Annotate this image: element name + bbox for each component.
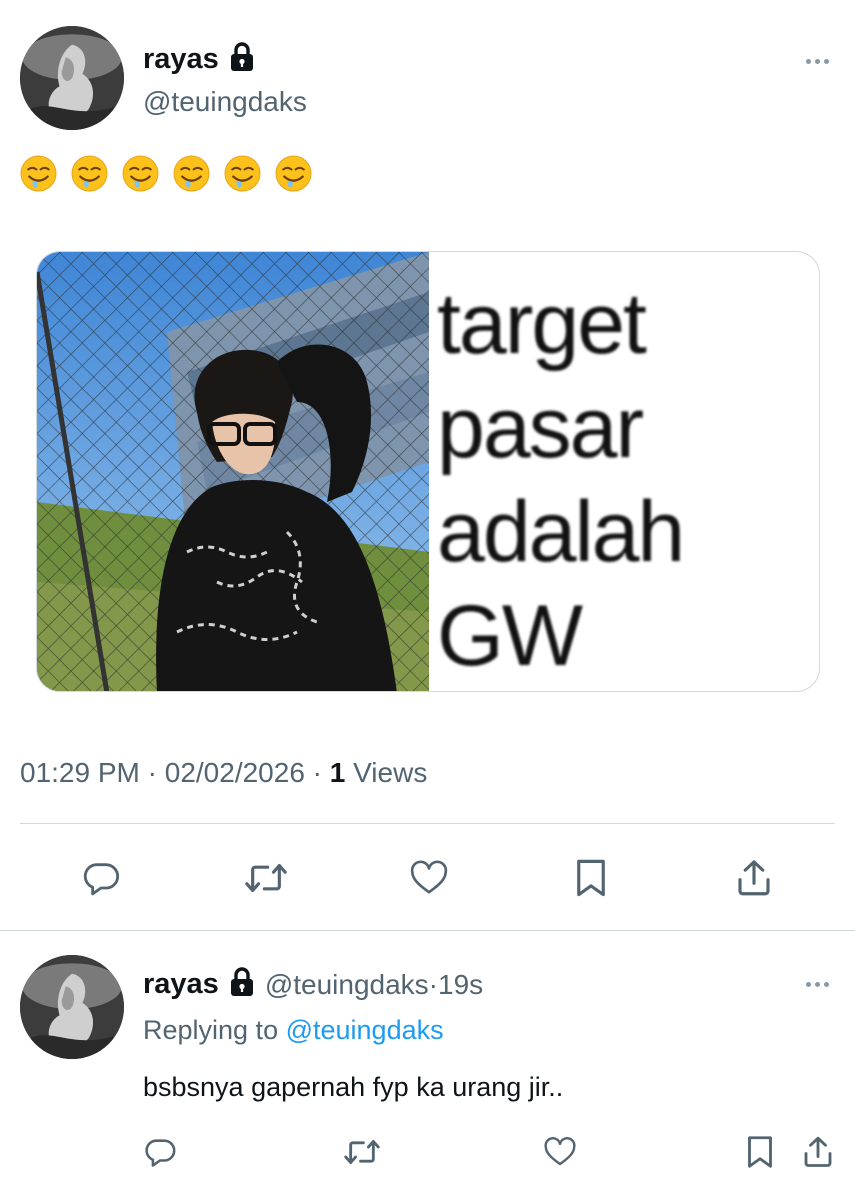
reply-more-options-icon[interactable] [806, 982, 829, 987]
reply-author-display-name[interactable]: rayas [143, 968, 219, 1001]
lock-icon [229, 967, 255, 1002]
divider [20, 823, 835, 824]
reply-time-separator: · [428, 968, 438, 1000]
reply-action-bar [0, 1130, 855, 1174]
repost-icon [344, 1139, 380, 1165]
reply-author-handle[interactable]: @teuingdaks [265, 969, 429, 1001]
reply-icon [145, 1139, 176, 1167]
share-icon [738, 860, 770, 896]
drooling-face-emoji [275, 155, 312, 197]
share-icon [804, 1136, 832, 1167]
reply-like-button[interactable] [540, 1130, 580, 1174]
reply-repost-button[interactable] [340, 1130, 384, 1174]
meta-separator: · [304, 757, 330, 788]
drooling-face-emoji [224, 155, 261, 197]
tweet-date[interactable]: 02/02/2026 [165, 757, 305, 788]
divider [0, 930, 855, 931]
bookmark-button[interactable] [566, 850, 616, 906]
more-options-icon[interactable] [806, 59, 829, 64]
reply-bookmark-button[interactable] [740, 1130, 780, 1174]
tweet-meta: 01:29 PM · 02/02/2026 · 1 Views [20, 757, 427, 789]
author-avatar[interactable] [20, 26, 124, 130]
tweet-text [20, 155, 312, 197]
heart-icon [544, 1137, 576, 1166]
reply-author-avatar[interactable] [20, 955, 124, 1059]
drooling-face-emoji [122, 155, 159, 197]
reply-reply-button[interactable] [140, 1130, 180, 1174]
author-handle[interactable]: @teuingdaks [143, 86, 307, 118]
media-caption-text: target pasar adalah GW [437, 272, 685, 688]
views-count: 1 [329, 757, 346, 788]
tweet-time[interactable]: 01:29 PM [20, 757, 140, 788]
drooling-face-emoji [173, 155, 210, 197]
replying-to-handle-link[interactable]: @teuingdaks [286, 1015, 444, 1045]
drooling-face-emoji [71, 155, 108, 197]
avatar-image [20, 26, 124, 130]
reply-share-button[interactable] [798, 1130, 838, 1174]
media-photo [37, 252, 429, 691]
repost-icon [245, 863, 287, 893]
drooling-face-emoji [20, 155, 57, 197]
meta-separator: · [139, 757, 165, 788]
reply-text: bsbsnya gapernah fyp ka urang jir.. [143, 1072, 564, 1102]
lock-icon [229, 42, 255, 77]
repost-button[interactable] [238, 850, 294, 906]
reply-time[interactable]: 19s [438, 969, 483, 1001]
replying-to: Replying to @teuingdaks [143, 1015, 444, 1046]
meme-line: GW [437, 588, 583, 684]
meme-line: target [437, 276, 647, 372]
tweet-media[interactable]: target pasar adalah GW [36, 251, 820, 692]
meme-line: adalah [437, 484, 685, 580]
reply-icon [83, 863, 119, 896]
heart-icon [410, 860, 448, 894]
reply-button[interactable] [76, 850, 126, 906]
avatar-image [20, 955, 124, 1059]
share-button[interactable] [728, 850, 780, 906]
views-label: Views [353, 757, 428, 788]
replying-prefix: Replying to [143, 1015, 286, 1045]
author-display-name[interactable]: rayas [143, 43, 219, 76]
meme-line: pasar [437, 380, 644, 476]
bookmark-icon [577, 859, 605, 897]
bookmark-icon [748, 1136, 772, 1168]
like-button[interactable] [404, 850, 454, 906]
tweet-action-bar [0, 850, 855, 910]
